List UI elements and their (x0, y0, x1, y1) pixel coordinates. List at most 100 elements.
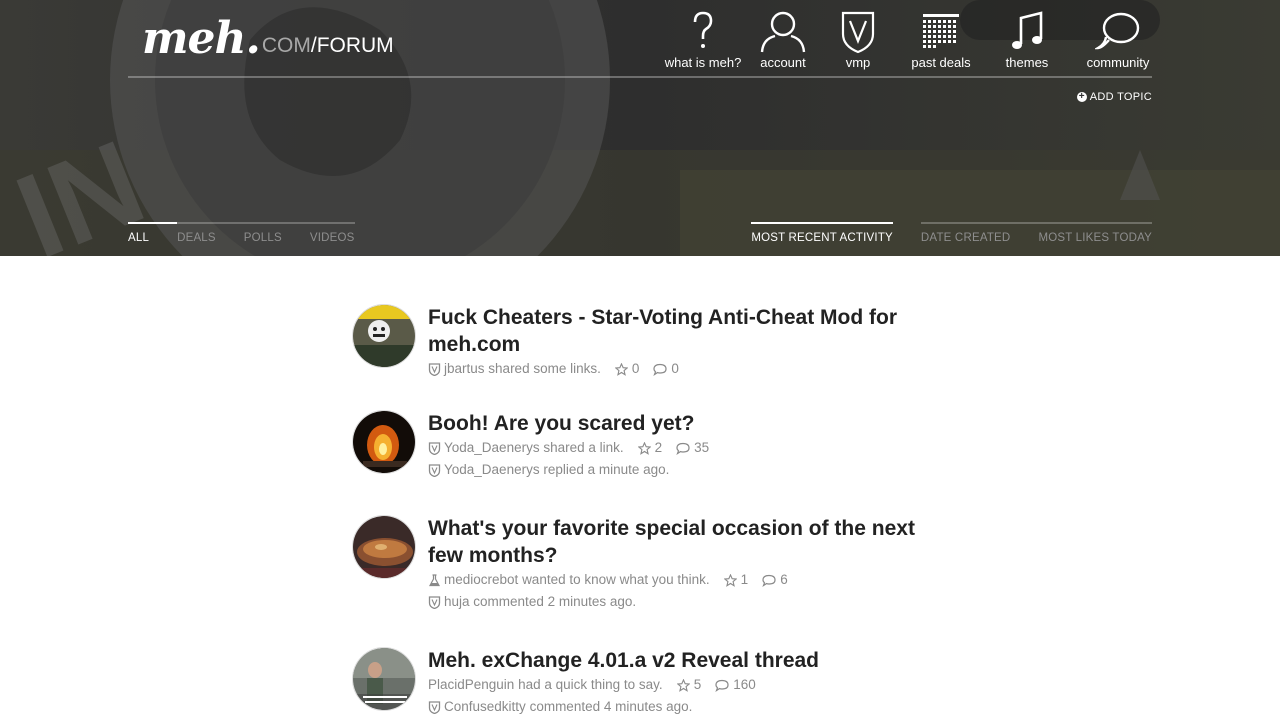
add-topic-button[interactable]: + ADD TOPIC (1076, 91, 1152, 103)
site-logo[interactable]: meh. COM /FORUM (142, 12, 394, 62)
tab-label: MOST RECENT ACTIVITY (751, 232, 893, 244)
person-icon (760, 11, 806, 53)
topic-avatar[interactable] (352, 410, 416, 474)
topic-thumbnail (353, 648, 415, 710)
comments-value: 0 (671, 361, 679, 376)
topic-avatar[interactable] (352, 515, 416, 579)
topic-last-reply: Confusedkitty commented 4 minutes ago. (428, 696, 928, 718)
comments-count[interactable]: 0 (653, 358, 679, 380)
comments-value: 160 (733, 677, 756, 692)
vmp-shield-icon (428, 463, 441, 477)
vmp-shield-icon (428, 441, 441, 455)
nav-label: themes (1005, 55, 1049, 70)
tab-videos[interactable]: VIDEOS (309, 222, 355, 244)
tab-date-created[interactable]: DATE CREATED (920, 222, 1039, 244)
topic-avatar[interactable] (352, 304, 416, 368)
likes-count[interactable]: 2 (637, 437, 662, 459)
main-nav: what is meh? account vmp past deals them… (662, 10, 1152, 71)
comments-value: 6 (780, 572, 788, 587)
nav-label: account (760, 55, 806, 70)
nav-label: past deals (911, 55, 971, 70)
reply-author[interactable]: Yoda_Daenerys (444, 459, 540, 481)
tab-deals[interactable]: DEALS (177, 222, 244, 244)
nav-themes[interactable]: themes (999, 10, 1055, 71)
topic-action: shared a link. (543, 440, 624, 455)
vmp-shield-icon (428, 700, 441, 714)
nav-past-deals[interactable]: past deals (906, 10, 976, 71)
reply-action: commented 4 minutes ago. (529, 699, 693, 714)
topic-author[interactable]: jbartus (444, 358, 485, 380)
topic-last-reply: Yoda_Daenerys replied a minute ago. (428, 459, 928, 481)
nav-account[interactable]: account (753, 10, 813, 71)
topic-meta: PlacidPenguin had a quick thing to say. … (428, 674, 928, 696)
tab-most-likes-today[interactable]: MOST LIKES TODAY (1038, 222, 1152, 244)
tab-polls[interactable]: POLLS (243, 222, 310, 244)
vmp-shield-icon (428, 362, 441, 376)
comments-count[interactable]: 6 (762, 569, 788, 591)
topic-avatar[interactable] (352, 647, 416, 711)
add-topic-label: ADD TOPIC (1089, 91, 1152, 103)
topic-author[interactable]: mediocrebot (444, 569, 518, 591)
likes-count[interactable]: 5 (676, 674, 702, 696)
tab-label: ALL (128, 232, 150, 244)
plus-circle-icon: + (1076, 91, 1087, 102)
topic-title[interactable]: Fuck Cheaters - Star-Voting Anti-Cheat M… (428, 304, 928, 358)
topic-action: shared some links. (488, 361, 601, 376)
header-divider (128, 76, 1152, 78)
likes-value: 5 (693, 677, 702, 692)
tab-label: DATE CREATED (920, 232, 1011, 244)
logo-forum-text: /FORUM (310, 34, 394, 57)
nav-label: community (1086, 55, 1150, 70)
comment-bubble-icon (676, 442, 690, 455)
reply-action: commented 2 minutes ago. (473, 594, 637, 609)
comments-count[interactable]: 160 (715, 674, 756, 696)
nav-what-is-meh[interactable]: what is meh? (662, 10, 744, 71)
nav-vmp[interactable]: vmp (838, 10, 878, 71)
topic-action: had a quick thing to say. (518, 677, 663, 692)
nav-community[interactable]: community (1084, 10, 1152, 71)
topic-author[interactable]: PlacidPenguin (428, 674, 514, 696)
tab-label: POLLS (243, 232, 282, 244)
music-note-icon (1012, 11, 1043, 49)
reply-author[interactable]: huja (444, 591, 470, 613)
tab-most-recent-activity[interactable]: MOST RECENT ACTIVITY (751, 222, 893, 244)
hero-header: IN meh. COM /FORUM what is meh? account … (0, 0, 1280, 256)
nav-label: what is meh? (664, 55, 742, 70)
likes-count[interactable]: 0 (614, 358, 640, 380)
vmp-shield-icon (428, 595, 441, 609)
comments-value: 35 (694, 440, 710, 455)
topic-meta: mediocrebot wanted to know what you thin… (428, 569, 928, 591)
topic-title[interactable]: What's your favorite special occasion of… (428, 515, 928, 569)
star-icon (676, 678, 690, 692)
comment-bubble-icon (762, 574, 776, 587)
comments-count[interactable]: 35 (676, 437, 709, 459)
comment-bubble-icon (653, 363, 667, 376)
filter-tabs: ALL DEALS POLLS VIDEOS (128, 222, 355, 244)
tab-all[interactable]: ALL (128, 222, 178, 244)
topic-title[interactable]: Meh. exChange 4.01.a v2 Reveal thread (428, 647, 928, 674)
topic-action: wanted to know what you think. (522, 572, 710, 587)
tab-label: DEALS (177, 232, 216, 244)
sort-tabs: MOST RECENT ACTIVITY DATE CREATED MOST L… (751, 222, 1152, 244)
vmp-shield-icon (841, 11, 875, 54)
topic-thumbnail (353, 411, 415, 473)
reply-author[interactable]: Confusedkitty (444, 696, 526, 718)
calendar-grid-icon (923, 14, 959, 48)
topic-author[interactable]: Yoda_Daenerys (444, 437, 540, 459)
logo-com-text: COM (261, 34, 311, 57)
star-icon (614, 362, 628, 376)
star-icon (637, 441, 651, 455)
likes-count[interactable]: 1 (723, 569, 748, 591)
question-icon (693, 11, 713, 48)
logo-meh-text: meh. (142, 13, 261, 64)
likes-value: 0 (631, 361, 640, 376)
tab-label: MOST LIKES TODAY (1038, 232, 1152, 244)
comment-bubble-icon (715, 679, 729, 692)
star-icon (723, 573, 737, 587)
reply-action: replied a minute ago. (543, 462, 670, 477)
topic-title[interactable]: Booh! Are you scared yet? (428, 410, 928, 437)
topic-meta: Yoda_Daenerys shared a link. 2 35 (428, 437, 928, 459)
nav-label: vmp (845, 55, 871, 70)
tab-label: VIDEOS (309, 232, 355, 244)
topic-last-reply: huja commented 2 minutes ago. (428, 591, 928, 613)
